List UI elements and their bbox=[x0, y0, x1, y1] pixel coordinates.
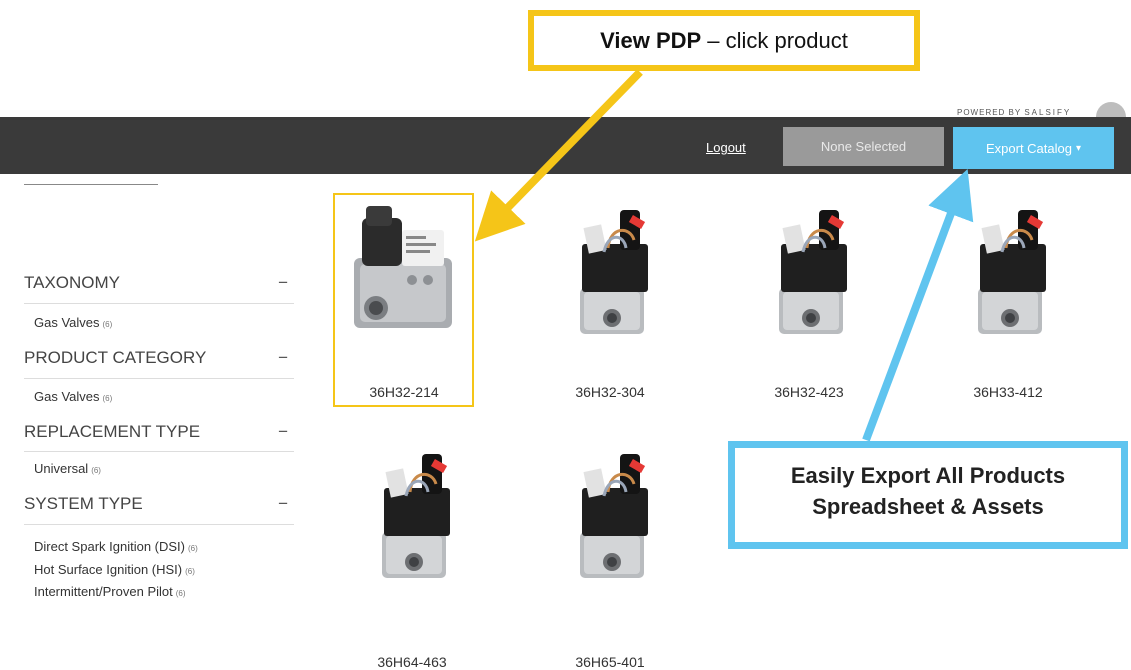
view-pdp-callout: View PDP – click product bbox=[528, 10, 920, 71]
callout-bold-text: View PDP bbox=[600, 27, 702, 53]
yellow-arrow bbox=[474, 69, 643, 242]
callout-line-2: Spreadsheet & Assets bbox=[812, 494, 1044, 519]
product-name: 36H64-463 bbox=[377, 654, 447, 670]
export-callout: Easily Export All Products Spreadsheet &… bbox=[728, 441, 1128, 549]
callout-line-1: Easily Export All Products bbox=[790, 463, 1066, 488]
blue-arrow bbox=[862, 169, 974, 442]
product-name: 36H65-401 bbox=[575, 654, 645, 670]
callout-text: – click product bbox=[707, 27, 848, 53]
